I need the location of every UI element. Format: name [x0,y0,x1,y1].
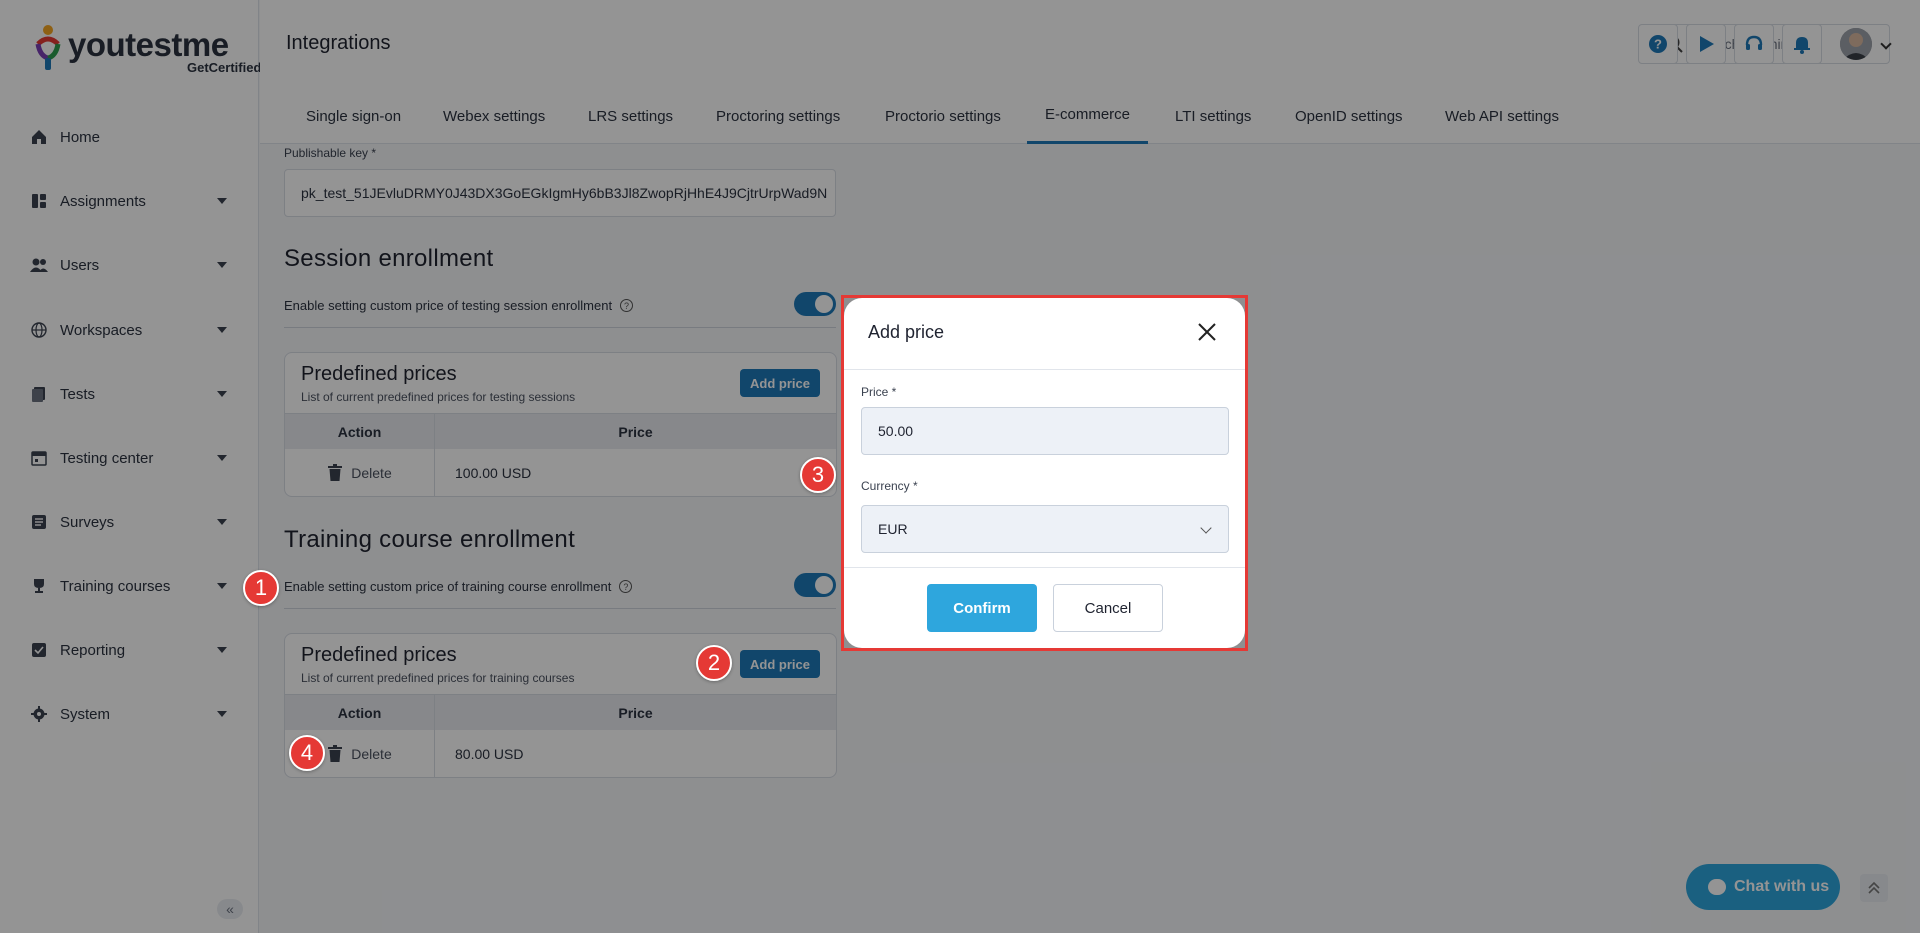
step-badge-1: 1 [243,570,279,606]
price-label: Price * [861,385,897,399]
close-icon[interactable] [1197,322,1217,342]
chevron-down-icon [1200,522,1212,534]
currency-value: EUR [878,521,908,537]
divider [844,567,1245,568]
divider [844,369,1245,370]
add-price-dialog: Add price Price * 50.00 Currency * EUR C… [844,298,1245,648]
price-input[interactable]: 50.00 [861,407,1229,455]
currency-select[interactable]: EUR [861,505,1229,553]
step-badge-3: 3 [800,457,836,493]
step-badge-2: 2 [696,645,732,681]
currency-label: Currency * [861,479,918,493]
cancel-button[interactable]: Cancel [1053,584,1163,632]
dialog-title: Add price [868,322,945,342]
confirm-button[interactable]: Confirm [927,584,1037,632]
step-badge-4: 4 [289,735,325,771]
